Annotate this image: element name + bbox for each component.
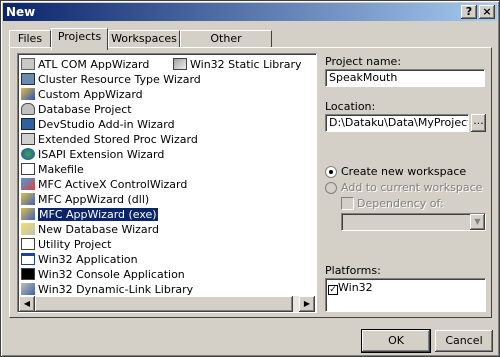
dll-icon [21,283,35,295]
scroll-left-icon[interactable]: ◀ [19,296,35,312]
new-dialog: New ? × Files Projects Workspaces Other … [0,0,500,357]
title-bar[interactable]: New ? × [3,3,497,21]
list-item[interactable]: Database Project [21,102,132,117]
ok-button[interactable]: OK [362,330,430,352]
platforms-list[interactable]: ✓Win32 [325,278,486,312]
project-name-label: Project name: [325,55,402,68]
project-name-input[interactable]: SpeakMouth [325,69,485,87]
utility-icon [21,238,35,250]
platforms-label: Platforms: [325,264,381,277]
list-item[interactable]: DevStudio Add-in Wizard [21,117,175,132]
cluster-icon [21,73,35,85]
list-item[interactable]: Custom AppWizard [21,87,143,102]
makefile-icon [21,163,35,175]
tab-other-documents[interactable]: Other Documents [180,30,272,61]
location-label: Location: [325,100,376,113]
list-item[interactable]: MFC ActiveX ControlWizard [21,177,187,192]
globe-icon [21,148,35,160]
addin-icon [21,118,35,130]
dependency-checkbox[interactable] [341,197,354,210]
scroll-right-icon[interactable]: ▶ [299,296,315,312]
list-item[interactable]: ✓Win32 [328,280,373,295]
static-library-icon [173,58,187,70]
add-to-current-workspace-label: Add to current workspace [341,181,483,194]
dependency-dropdown[interactable]: ▼ [341,213,486,231]
add-to-current-workspace-radio[interactable] [325,182,337,194]
list-item[interactable]: New Database Wizard [21,222,159,237]
close-button[interactable]: × [479,5,495,19]
wand-icon [21,88,35,100]
list-item[interactable]: Win32 Dynamic-Link Library [21,282,193,297]
list-item[interactable]: MFC AppWizard (exe) [21,207,158,222]
help-button[interactable]: ? [461,5,477,19]
atl-icon [21,58,35,70]
list-item[interactable]: Utility Project [21,237,112,252]
list-item[interactable]: Extended Stored Proc Wizard [21,132,198,147]
list-item[interactable]: Cluster Resource Type Wizard [21,72,201,87]
list-item[interactable]: ISAPI Extension Wizard [21,147,164,162]
create-new-workspace-radio[interactable] [325,166,337,178]
list-item[interactable]: Makefile [21,162,84,177]
win32-app-icon [21,253,35,265]
cancel-button[interactable]: Cancel [435,330,493,352]
mfc-exe-icon [21,208,35,220]
project-type-list[interactable]: ATL COM AppWizard Cluster Resource Type … [17,53,317,313]
stored-proc-icon [21,133,35,145]
activex-icon [21,178,35,190]
list-item[interactable]: Win32 Console Application [21,267,185,282]
window-title: New [6,5,36,19]
dependency-label: Dependency of: [357,197,444,210]
mfc-dll-icon [21,193,35,205]
chevron-down-icon[interactable]: ▼ [470,214,485,230]
list-item[interactable]: Win32 Static Library [173,57,302,72]
tab-projects[interactable]: Projects [51,28,108,50]
console-icon [21,268,35,280]
list-item[interactable]: ATL COM AppWizard [21,57,149,72]
database-icon [21,103,35,115]
tab-files[interactable]: Files [9,30,51,48]
tab-workspaces[interactable]: Workspaces [108,30,180,48]
check-icon[interactable]: ✓ [328,285,338,295]
create-new-workspace-label[interactable]: Create new workspace [341,165,466,178]
projects-panel: ATL COM AppWizard Cluster Resource Type … [9,47,492,318]
location-input[interactable]: D:\Dataku\Data\MyProject\Visu [325,114,469,132]
scroll-thumb[interactable] [35,296,293,312]
horizontal-scrollbar[interactable]: ◀ ▶ [19,296,315,312]
new-database-icon [21,223,35,235]
list-item[interactable]: Win32 Application [21,252,138,267]
browse-button[interactable]: ... [471,114,486,132]
list-item[interactable]: MFC AppWizard (dll) [21,192,149,207]
